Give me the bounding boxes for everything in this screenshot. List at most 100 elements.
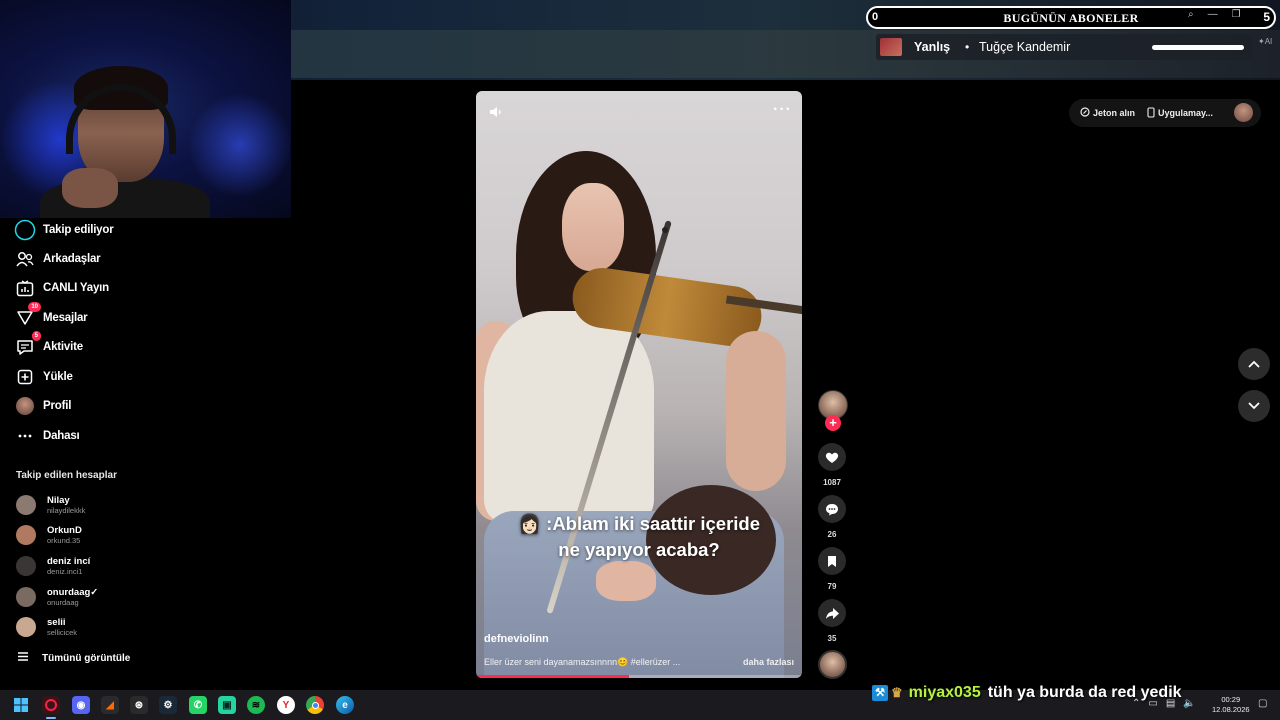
followed-account[interactable]: onurdaag✓ onurdaag — [16, 584, 98, 610]
account-avatar — [16, 495, 36, 515]
video-player[interactable]: ··· 👩🏻 :Ablam iki saattir içeride ne yap… — [476, 91, 802, 678]
track-artist: Tuğçe Kandemir — [979, 40, 1071, 54]
activity-badge: 5 — [31, 331, 41, 341]
more-dots-icon — [14, 425, 36, 447]
see-more-link[interactable]: daha fazlası — [743, 657, 794, 667]
coin-icon — [1080, 107, 1090, 119]
previous-video-button[interactable] — [1238, 348, 1270, 380]
like-count: 1087 — [823, 478, 841, 487]
now-playing-widget: Yanlış • Tuğçe Kandemir — [876, 34, 1252, 60]
live-icon — [14, 277, 36, 299]
followed-account[interactable]: OrkunD orkund.35 — [16, 522, 82, 548]
get-coins-button[interactable]: Jeton alın — [1080, 102, 1135, 124]
comment-button[interactable] — [818, 495, 846, 523]
sidebar-item-following[interactable]: Takip ediliyor — [14, 218, 114, 242]
bookmark-icon — [828, 555, 836, 567]
steam-icon[interactable]: ⚙ — [159, 696, 177, 714]
chat-text: tüh ya burda da red yedik — [987, 684, 1182, 701]
volume-icon[interactable] — [489, 106, 503, 121]
next-video-button[interactable] — [1238, 390, 1270, 422]
opera-gx-icon[interactable] — [42, 696, 60, 714]
share-icon — [825, 607, 839, 619]
yandex-icon[interactable]: Y — [277, 696, 295, 714]
taskbar-clock[interactable]: 00:29 12.08.2026 — [1212, 695, 1250, 715]
see-all-button[interactable]: Tümünü görüntüle — [18, 652, 130, 664]
music-disc[interactable] — [818, 650, 847, 679]
account-handle: onurdaag — [47, 597, 79, 607]
account-handle: orkund.35 — [47, 535, 81, 545]
account-avatar — [16, 525, 36, 545]
crown-badge-icon: ♛ — [891, 685, 903, 700]
account-avatar — [16, 556, 36, 576]
account-handle: sellicicek — [47, 627, 78, 637]
video-progress-bar[interactable] — [476, 675, 802, 678]
profile-avatar — [14, 395, 36, 417]
ai-tag: ✦AI — [1258, 37, 1273, 46]
messages-badge: 10 — [28, 302, 41, 312]
spotify-icon[interactable]: ≋ — [247, 696, 265, 714]
track-title: Yanlış — [914, 40, 951, 54]
share-count: 35 — [827, 634, 837, 643]
user-avatar[interactable] — [1234, 103, 1253, 122]
sidebar-item-label: CANLI Yayın — [43, 282, 109, 294]
sidebar-item-friends[interactable]: Arkadaşlar — [14, 247, 101, 271]
chevron-down-icon — [1248, 402, 1260, 410]
edge-icon[interactable]: e — [336, 696, 354, 714]
track-progress-bar — [1152, 45, 1244, 50]
chrome-icon[interactable] — [306, 696, 324, 714]
discord-icon[interactable]: ◉ — [72, 696, 90, 714]
share-button[interactable] — [818, 599, 846, 627]
track-separator: • — [965, 40, 970, 54]
upload-icon — [14, 366, 36, 388]
list-icon — [18, 652, 28, 664]
sidebar-item-messages[interactable]: 10 Mesajlar — [14, 302, 88, 330]
account-name: selii — [47, 616, 66, 628]
sidebar-item-label: Profil — [43, 400, 72, 412]
account-name: Nilay — [47, 494, 70, 506]
chat-message: ⚒ ♛ miyax035 tüh ya burda da red yedik — [872, 684, 1182, 702]
sidebar-item-label: Dahası — [43, 430, 80, 442]
speaker-icon[interactable]: 🔈 — [1183, 698, 1195, 709]
more-options-icon[interactable]: ··· — [773, 101, 792, 119]
obs-icon[interactable]: ⊛ — [130, 696, 148, 714]
account-handle: deniz.inci1 — [47, 566, 83, 576]
sidebar-item-label: Takip ediliyor — [43, 224, 114, 236]
sidebar-item-live[interactable]: CANLI Yayın — [14, 276, 109, 300]
notification-icon[interactable]: ▢ — [1258, 698, 1267, 709]
sidebar: Takip ediliyor Arkadaşlar CANLI Yayın 10… — [0, 218, 291, 688]
get-coins-label: Jeton alın — [1093, 108, 1136, 118]
like-button[interactable] — [818, 443, 846, 471]
minimize-icon[interactable]: — — [1208, 9, 1218, 20]
sidebar-item-upload[interactable]: Yükle — [14, 365, 73, 389]
restore-icon[interactable]: ❐ — [1232, 9, 1241, 20]
account-name: OrkunD — [47, 524, 82, 536]
see-all-label: Tümünü görüntüle — [42, 652, 131, 664]
sidebar-item-label: Mesajlar — [43, 312, 88, 324]
friends-icon — [14, 248, 36, 270]
account-avatar — [16, 587, 36, 607]
subscriber-count-right: 5 — [1263, 10, 1270, 24]
following-ring-icon — [14, 219, 36, 241]
clock-date: 12.08.2026 — [1212, 705, 1250, 714]
sidebar-item-more[interactable]: Dahası — [14, 424, 80, 448]
followed-account[interactable]: Nilay nilaydilekkk — [16, 492, 85, 518]
app-icon[interactable]: ▣ — [218, 696, 236, 714]
caption-emoji-icon: 👩🏻 : — [517, 513, 553, 534]
video-author[interactable]: defneviolinn — [484, 633, 549, 645]
sidebar-item-activity[interactable]: 5 Aktivite — [14, 331, 83, 359]
active-indicator — [46, 717, 56, 719]
sidebar-item-profile[interactable]: Profil — [14, 394, 71, 418]
followed-account[interactable]: selii sellicicek — [16, 614, 77, 640]
search-icon[interactable]: ⌕ — [1188, 9, 1194, 20]
windows-start-icon[interactable] — [12, 696, 30, 714]
sidebar-item-label: Yükle — [43, 371, 73, 383]
followed-account[interactable]: deniz incí deniz.inci1 — [16, 553, 90, 579]
caption-line-1: Ablam iki saattir içeride — [552, 513, 761, 534]
save-button[interactable] — [818, 547, 846, 575]
chat-username: miyax035 — [908, 684, 981, 701]
follow-plus-icon[interactable]: + — [825, 415, 841, 431]
fl-studio-icon[interactable]: ◢ — [101, 696, 119, 714]
whatsapp-icon[interactable]: ✆ — [189, 696, 207, 714]
screen: 0 BUGÜNÜN ABONELER 5 ⌕ — ❐ Yanlış • Tuğç… — [0, 0, 1280, 720]
get-app-button[interactable]: Uygulamay... — [1147, 102, 1213, 124]
